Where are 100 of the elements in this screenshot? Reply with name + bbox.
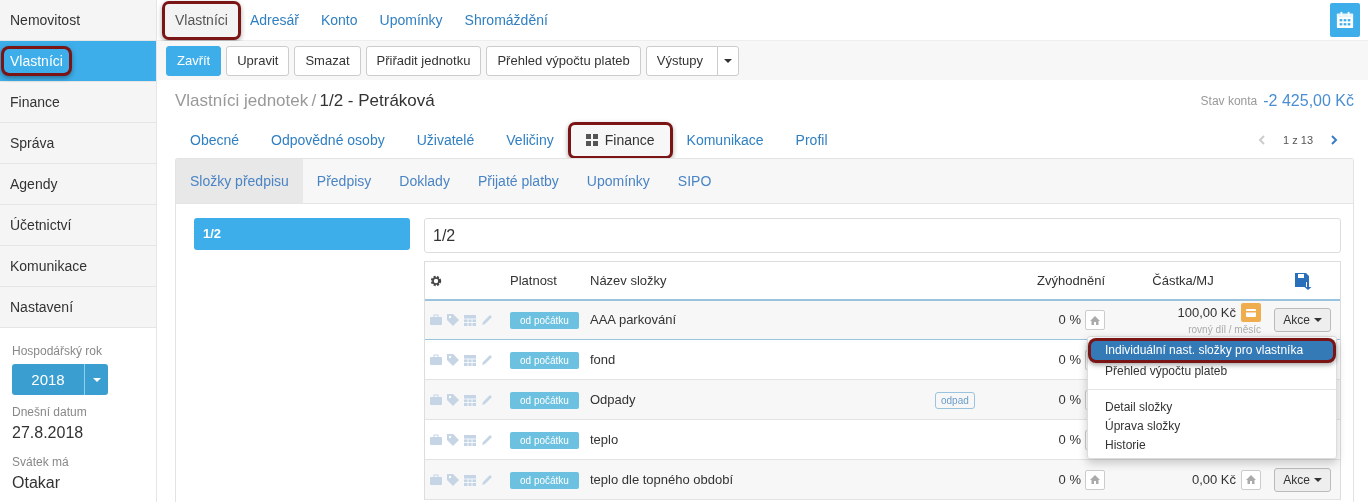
- calendar-button[interactable]: [1330, 3, 1360, 37]
- chevron-left-icon: [1258, 135, 1266, 145]
- card-icon: [1246, 308, 1256, 317]
- tag-icon: [447, 393, 459, 406]
- nav-tab[interactable]: Adresář: [239, 3, 309, 37]
- tag-icon: [447, 353, 459, 366]
- table-cell-text: Odpady: [590, 390, 637, 409]
- year-select[interactable]: 2018: [12, 364, 108, 395]
- caret-icon: [1313, 477, 1322, 482]
- info-value: 27.8.2018: [12, 423, 85, 443]
- table-cell-text: 0 %: [1058, 470, 1081, 489]
- caret-icon: [1313, 318, 1322, 322]
- outputs-button[interactable]: Výstupy: [645, 45, 718, 76]
- pencil-icon: [481, 314, 493, 326]
- grid-icon: [585, 134, 598, 146]
- toolbar-button[interactable]: Upravit: [226, 45, 290, 76]
- table-cell-text: 0 %: [1058, 390, 1081, 409]
- detail-tab[interactable]: Profil: [780, 124, 843, 156]
- account-balance: -2 425,00 Kč: [1263, 91, 1354, 111]
- table-cell-text: AAA parkování: [590, 311, 677, 330]
- detail-tab[interactable]: Obecné: [175, 124, 255, 156]
- amount-note: rovný díl / měsíc: [1188, 323, 1261, 338]
- calendar-icon: [464, 393, 476, 406]
- close-button[interactable]: Zavřít: [166, 45, 222, 76]
- home-button[interactable]: [1241, 469, 1261, 490]
- breadcrumb-link[interactable]: Vlastníci jednotek: [175, 88, 309, 114]
- detail-tab[interactable]: Finance: [570, 124, 670, 156]
- column-header: Platnost: [510, 272, 557, 288]
- pencil-icon: [481, 433, 493, 446]
- calendar-icon: [1336, 10, 1354, 30]
- sub-tab[interactable]: Složky předpisu: [176, 159, 303, 203]
- calendar-icon: [464, 433, 476, 446]
- card-button[interactable]: [1241, 303, 1261, 322]
- amount-text: 100,00 Kč: [1177, 303, 1236, 322]
- calendar-icon: [464, 353, 476, 366]
- dropdown-toggle-button[interactable]: [716, 45, 739, 76]
- nav-tab[interactable]: Vlastníci: [165, 3, 238, 37]
- calendar-icon: [464, 314, 476, 326]
- sidebar-item[interactable]: Vlastníci: [0, 41, 156, 82]
- unit-item[interactable]: 1/2: [194, 218, 410, 250]
- actions-button[interactable]: Akce: [1274, 467, 1331, 492]
- pencil-icon: [481, 353, 493, 366]
- menu-item[interactable]: Historie: [1088, 436, 1336, 455]
- validity-label: od počátku: [510, 351, 579, 369]
- account-label: Stav konta: [1200, 93, 1258, 110]
- menu-item[interactable]: Přehled výpočtu plateb: [1088, 362, 1336, 381]
- settings-icon: [430, 274, 442, 287]
- toolbar-button[interactable]: Přiřadit jednotku: [365, 45, 482, 76]
- tag-icon: [447, 433, 459, 446]
- validity-label: od počátku: [510, 312, 579, 330]
- nav-tab[interactable]: Shromáždění: [454, 3, 558, 37]
- pencil-icon: [481, 393, 493, 406]
- info-label: Hospodářský rok: [12, 343, 104, 360]
- table-cell-text: 0 %: [1058, 311, 1081, 330]
- sub-tab[interactable]: Doklady: [385, 159, 464, 203]
- next-button[interactable]: [1331, 135, 1338, 145]
- menu-item[interactable]: Úprava složky: [1088, 417, 1336, 436]
- sub-tab[interactable]: Upomínky: [572, 159, 664, 203]
- detail-tab[interactable]: Uživatelé: [401, 124, 490, 156]
- table-cell-text: 0 %: [1058, 430, 1081, 449]
- sub-tab[interactable]: Přijaté platby: [463, 159, 573, 203]
- validity-label: od počátku: [510, 391, 579, 409]
- caret-icon: [723, 58, 732, 63]
- column-header: Zvýhodnění: [1037, 271, 1105, 290]
- sub-tab[interactable]: Předpisy: [302, 159, 386, 203]
- sub-tab[interactable]: SIPO: [663, 159, 726, 203]
- actions-button[interactable]: Akce: [1274, 308, 1331, 332]
- briefcase-icon: [430, 353, 442, 366]
- toolbar-button[interactable]: Přehled výpočtu plateb: [486, 45, 641, 76]
- page-counter: 1 z 13: [1283, 132, 1313, 148]
- home-icon: [1246, 475, 1256, 484]
- briefcase-icon: [430, 393, 442, 406]
- table-cell-text: teplo dle topného období: [590, 470, 735, 489]
- info-label: Svátek má: [12, 454, 70, 471]
- menu-item[interactable]: Detail složky: [1088, 398, 1336, 417]
- column-header: Částka/MJ: [1152, 271, 1214, 290]
- column-header: Název složky: [590, 272, 667, 288]
- validity-label: od počátku: [510, 471, 579, 489]
- caret-icon: [92, 377, 101, 382]
- breadcrumb-separator: /: [311, 90, 317, 113]
- toolbar-button[interactable]: Smazat: [294, 45, 361, 76]
- briefcase-icon: [430, 433, 442, 446]
- home-button[interactable]: [1085, 469, 1105, 490]
- tag-icon: [447, 473, 459, 486]
- detail-tab[interactable]: Odpovědné osoby: [256, 124, 400, 156]
- detail-tab[interactable]: Komunikace: [671, 124, 779, 156]
- table-cell-text: 0 %: [1058, 350, 1081, 369]
- calendar-icon: [464, 473, 476, 486]
- table-cell-text: fond: [590, 350, 617, 369]
- validity-label: od počátku: [510, 431, 579, 449]
- save-icon: [1293, 271, 1312, 290]
- detail-tab[interactable]: Veličiny: [491, 124, 569, 156]
- tag-icon: [447, 314, 459, 326]
- briefcase-icon: [430, 314, 442, 326]
- nav-tab[interactable]: Konto: [310, 3, 368, 37]
- home-icon: [1090, 475, 1100, 484]
- home-button[interactable]: [1085, 310, 1105, 330]
- menu-item[interactable]: Individuální nast. složky pro vlastníka: [1091, 341, 1333, 360]
- nav-tab[interactable]: Upomínky: [369, 3, 453, 37]
- pencil-icon: [481, 473, 493, 486]
